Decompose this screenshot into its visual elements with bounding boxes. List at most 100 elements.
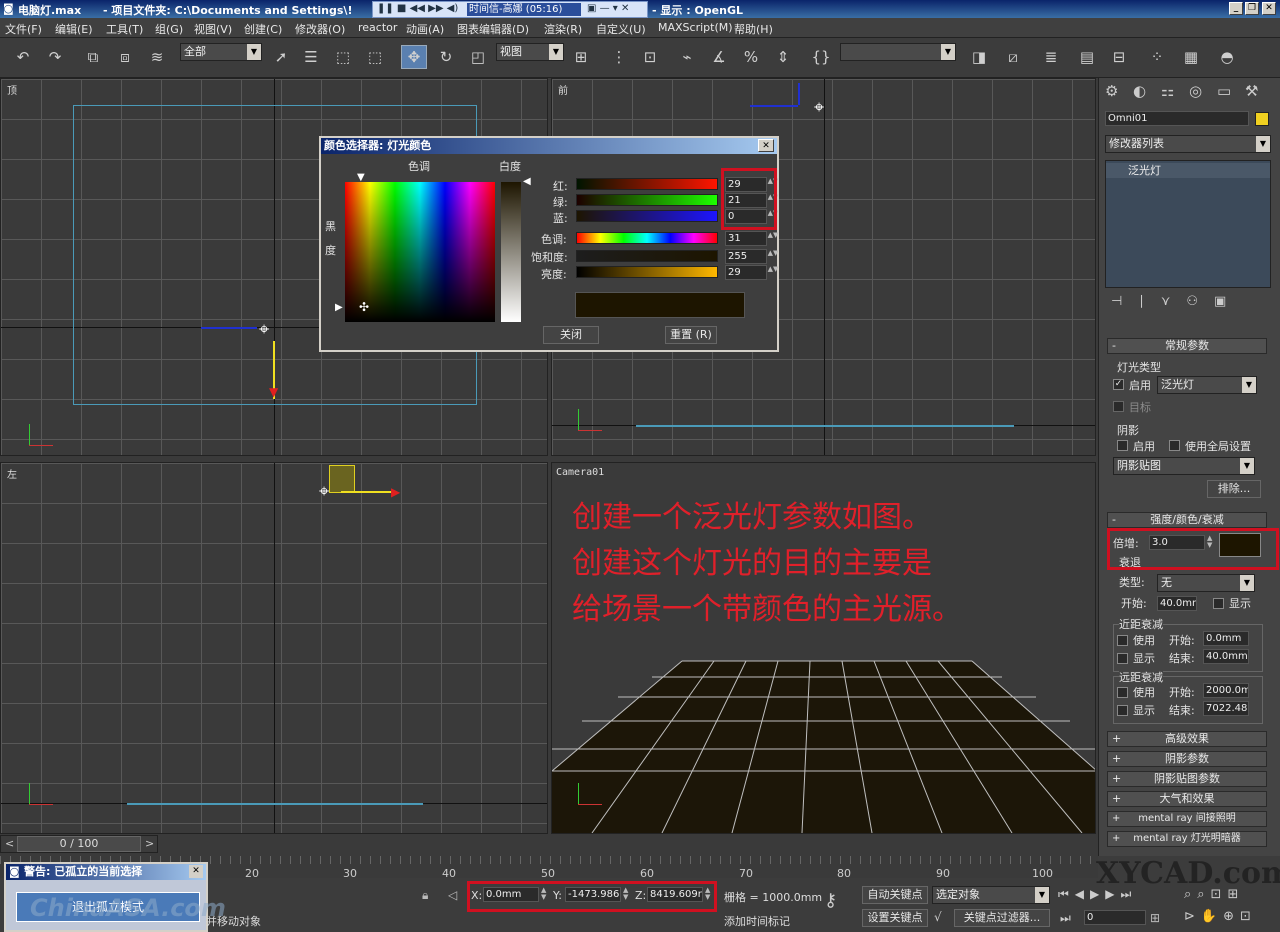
menu-views[interactable]: 视图(V) bbox=[194, 21, 232, 37]
decay-type-dropdown[interactable]: 无 ▼ bbox=[1157, 574, 1255, 592]
time-frame-readout[interactable]: 0 / 100 bbox=[17, 836, 141, 852]
rollout-mr-indirect[interactable]: + mental ray 间接照明 bbox=[1107, 811, 1267, 827]
hierarchy-tab-icon[interactable]: ⚏ bbox=[1161, 82, 1174, 100]
saturation-spinner[interactable]: 255 ▲▼ bbox=[725, 249, 778, 264]
keyboard-shortcut-icon[interactable]: ⊡ bbox=[637, 45, 663, 69]
key-tangent-icon[interactable]: √ bbox=[934, 910, 942, 924]
menu-modifiers[interactable]: 修改器(O) bbox=[295, 21, 345, 37]
far-use-checkbox[interactable] bbox=[1117, 687, 1128, 698]
render-setup-icon[interactable]: ▦ bbox=[1178, 45, 1204, 69]
layer-manager-icon[interactable]: ≣ bbox=[1038, 45, 1064, 69]
dialog-close-icon[interactable]: ✕ bbox=[758, 139, 774, 152]
select-manipulate-icon[interactable]: ⋮ bbox=[606, 45, 632, 69]
spinner-snap-icon[interactable]: ⇕ bbox=[770, 45, 796, 69]
restore-button[interactable]: ❐ bbox=[1245, 2, 1259, 15]
menu-customize[interactable]: 自定义(U) bbox=[596, 21, 646, 37]
hue-slider[interactable] bbox=[576, 232, 718, 244]
shadow-on-checkbox[interactable] bbox=[1117, 440, 1128, 451]
motion-tab-icon[interactable]: ◎ bbox=[1189, 82, 1202, 100]
spinner-arrows-icon[interactable]: ▲▼ bbox=[767, 266, 779, 279]
named-selection-dropdown[interactable]: ▼ bbox=[840, 43, 956, 61]
time-config-icon[interactable]: ⊞ bbox=[1150, 911, 1160, 925]
selection-filter-dropdown[interactable]: 全部 ▼ bbox=[180, 43, 262, 61]
rollout-shadow-map-params[interactable]: + 阴影贴图参数 bbox=[1107, 771, 1267, 787]
light-type-dropdown[interactable]: 泛光灯 ▼ bbox=[1157, 376, 1257, 394]
current-frame-field[interactable]: 0 bbox=[1084, 910, 1146, 925]
schematic-view-icon[interactable]: ⊟ bbox=[1106, 45, 1132, 69]
rollout-intensity[interactable]: - 强度/颜色/衰减 bbox=[1107, 512, 1267, 528]
mirror-icon[interactable]: ◨ bbox=[966, 45, 992, 69]
menu-edit[interactable]: 编辑(E) bbox=[55, 21, 93, 37]
reset-button[interactable]: 重置 (R) bbox=[665, 326, 717, 344]
stack-tools-icon[interactable]: ⊣∣⋎⚇▣ bbox=[1111, 294, 1242, 309]
select-scale-icon[interactable]: ◰ bbox=[465, 45, 491, 69]
key-icon[interactable]: ⚷ bbox=[824, 890, 837, 911]
modify-tab-icon[interactable]: ◐ bbox=[1133, 82, 1146, 100]
far-show-checkbox[interactable] bbox=[1117, 705, 1128, 716]
select-object-icon[interactable]: ➚ bbox=[268, 45, 294, 69]
viewport-nav2-icon[interactable]: ⊳✋⊕⊡ bbox=[1184, 909, 1257, 924]
spinner-arrows-icon[interactable]: ▲▼ bbox=[767, 232, 779, 245]
unlink-icon[interactable]: ⧈ bbox=[112, 45, 138, 69]
minimize-button[interactable]: _ bbox=[1229, 2, 1243, 15]
near-start-spinner[interactable]: 0.0mm bbox=[1203, 631, 1249, 646]
spinner-arrows-icon[interactable]: ▲▼ bbox=[767, 250, 779, 263]
material-editor-icon[interactable]: ⁘ bbox=[1144, 45, 1170, 69]
link-icon[interactable]: ⧉ bbox=[80, 45, 106, 69]
edit-named-sel-icon[interactable]: {} bbox=[808, 45, 834, 69]
exclude-button[interactable]: 排除... bbox=[1207, 480, 1261, 498]
rollout-general[interactable]: - 常规参数 bbox=[1107, 338, 1267, 354]
time-prev-icon[interactable]: < bbox=[5, 837, 14, 850]
create-tab-icon[interactable]: ⚙ bbox=[1105, 82, 1118, 100]
use-global-checkbox[interactable] bbox=[1169, 440, 1180, 451]
viewport-left[interactable]: 左 ⌖ ▶ bbox=[0, 462, 548, 834]
light-on-checkbox[interactable]: ✓ bbox=[1113, 379, 1124, 390]
angle-snap-icon[interactable]: ∡ bbox=[706, 45, 732, 69]
time-slider[interactable]: < 0 / 100 > bbox=[0, 835, 158, 853]
decay-start-spinner[interactable]: 40.0mm bbox=[1157, 596, 1197, 611]
key-mode-dropdown[interactable]: 选定对象 ▼ bbox=[932, 886, 1050, 904]
menu-group[interactable]: 组(G) bbox=[155, 21, 183, 37]
absolute-mode-icon[interactable]: ◁ bbox=[448, 888, 457, 902]
media-controls-icon[interactable]: ❚❚ ■ ◀◀ ▶▶ ◀) bbox=[377, 3, 458, 14]
close-button[interactable]: 关闭 bbox=[543, 326, 599, 344]
menu-rendering[interactable]: 渲染(R) bbox=[544, 21, 582, 37]
key-mode-toggle-icon[interactable]: ⏭ bbox=[1060, 911, 1071, 926]
omni-light-icon[interactable]: ⌖ bbox=[814, 97, 824, 118]
redo-icon[interactable]: ↷ bbox=[42, 45, 68, 69]
snaps-toggle-icon[interactable]: ⌁ bbox=[674, 45, 700, 69]
value-spinner[interactable]: 29 ▲▼ bbox=[725, 265, 778, 280]
far-end-spinner[interactable]: 7022.48 bbox=[1203, 701, 1249, 716]
rollout-advanced-effects[interactable]: + 高级效果 bbox=[1107, 731, 1267, 747]
add-time-tag-button[interactable]: 添加时间标记 bbox=[724, 913, 790, 929]
whiteness-bar[interactable] bbox=[501, 182, 521, 322]
menu-graph-editors[interactable]: 图表编辑器(D) bbox=[457, 21, 529, 37]
hue-spinner[interactable]: 31 ▲▼ bbox=[725, 231, 778, 246]
modifier-list-dropdown[interactable]: 修改器列表 ▼ bbox=[1105, 135, 1271, 153]
bind-space-warp-icon[interactable]: ≋ bbox=[144, 45, 170, 69]
rollout-shadow-params[interactable]: + 阴影参数 bbox=[1107, 751, 1267, 767]
shadow-type-dropdown[interactable]: 阴影贴图 ▼ bbox=[1113, 457, 1255, 475]
media-menu-icon[interactable]: ▣ — ▾ ✕ bbox=[587, 3, 629, 14]
undo-icon[interactable]: ↶ bbox=[10, 45, 36, 69]
percent-snap-icon[interactable]: % bbox=[738, 45, 764, 69]
select-by-name-icon[interactable]: ☰ bbox=[298, 45, 324, 69]
menu-animation[interactable]: 动画(A) bbox=[406, 21, 444, 37]
saturation-slider[interactable] bbox=[576, 250, 718, 262]
value-slider[interactable] bbox=[576, 266, 718, 278]
omni-light-icon[interactable]: ⌖ bbox=[259, 319, 269, 340]
rect-selection-icon[interactable]: ⬚ bbox=[330, 45, 356, 69]
modifier-stack[interactable]: 泛光灯 bbox=[1105, 160, 1271, 288]
menu-tools[interactable]: 工具(T) bbox=[106, 21, 143, 37]
set-key-button[interactable]: 设置关键点 bbox=[862, 909, 928, 927]
quick-render-icon[interactable]: ◓ bbox=[1214, 45, 1240, 69]
target-checkbox[interactable] bbox=[1113, 401, 1124, 412]
time-next-icon[interactable]: > bbox=[145, 837, 154, 850]
near-show-checkbox[interactable] bbox=[1117, 653, 1128, 664]
object-name-field[interactable]: Omni01 bbox=[1105, 111, 1249, 126]
menu-help[interactable]: 帮助(H) bbox=[734, 21, 773, 37]
menu-maxscript[interactable]: MAXScript(M) bbox=[658, 21, 733, 34]
stack-item-omni[interactable]: 泛光灯 bbox=[1106, 163, 1270, 178]
near-end-spinner[interactable]: 40.0mm bbox=[1203, 649, 1249, 664]
menu-reactor[interactable]: reactor bbox=[358, 21, 397, 34]
